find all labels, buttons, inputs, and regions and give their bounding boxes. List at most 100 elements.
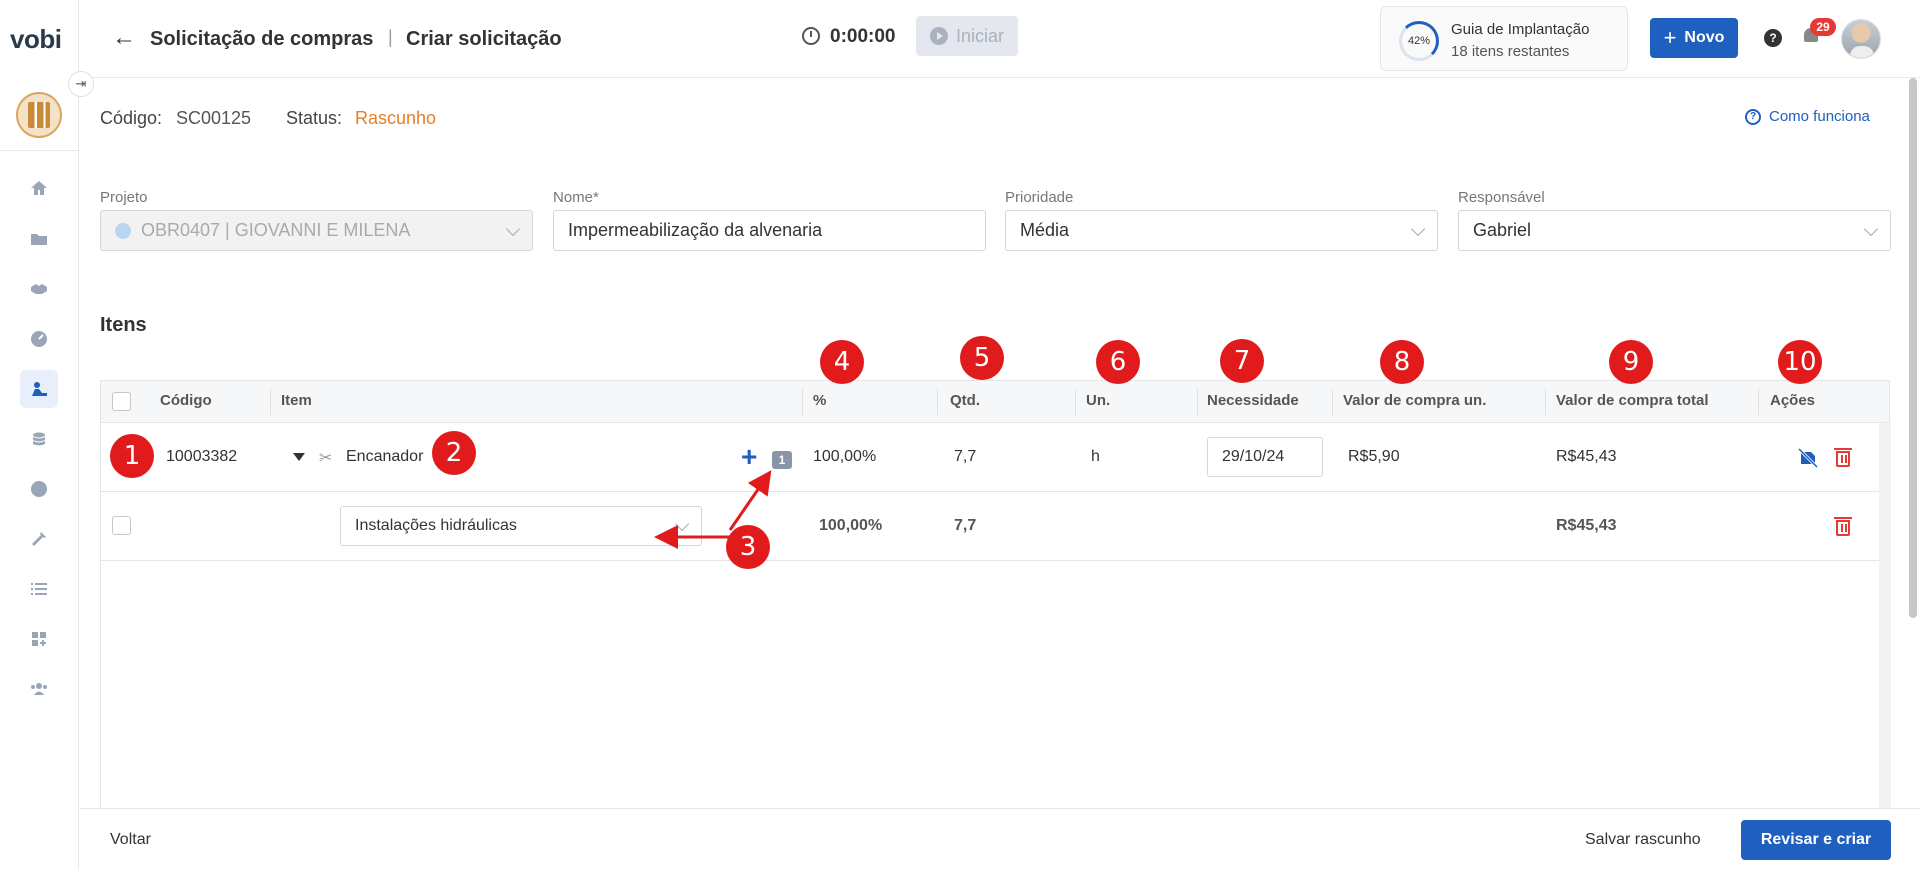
annotation-marker-7: 7 xyxy=(1220,339,1264,383)
start-timer-button[interactable]: Iniciar xyxy=(916,16,1018,56)
priority-select[interactable]: Média xyxy=(1005,210,1438,251)
new-button-label: Novo xyxy=(1684,29,1725,46)
column-header-item[interactable]: Item xyxy=(281,392,312,409)
project-label: Projeto xyxy=(100,189,148,206)
plus-icon: + xyxy=(1663,25,1677,50)
avatar[interactable] xyxy=(1841,19,1881,59)
timer-display: 0:00:00 xyxy=(830,26,896,47)
name-label: Nome* xyxy=(553,189,599,206)
question-circle-icon: ? xyxy=(1745,108,1761,125)
trash-icon[interactable] xyxy=(1834,448,1852,467)
start-timer-label: Iniciar xyxy=(955,25,1004,46)
sidebar-divider xyxy=(0,150,79,151)
guide-subtitle: 18 itens restantes xyxy=(1451,43,1570,60)
name-input[interactable]: Impermeabilização da alvenaria xyxy=(553,210,986,251)
chevron-down-icon xyxy=(1410,221,1426,237)
item-name: Encanador xyxy=(346,448,424,465)
responsible-value: Gabriel xyxy=(1473,220,1532,240)
column-header-percent[interactable]: % xyxy=(813,392,826,409)
implementation-guide[interactable]: 42% Guia de Implantação 18 itens restant… xyxy=(1380,6,1628,71)
breadcrumb-separator: | xyxy=(388,27,393,47)
footer: Voltar Salvar rascunho Revisar e criar xyxy=(80,808,1920,869)
responsible-label: Responsável xyxy=(1458,189,1545,206)
page-scrollbar[interactable] xyxy=(1909,78,1917,618)
need-date-input[interactable]: 29/10/24 xyxy=(1207,437,1323,477)
annotation-marker-3: 3 xyxy=(726,525,770,569)
project-select[interactable]: OBR0407 | GIOVANNI E MILENA xyxy=(100,210,533,251)
breadcrumb-purchase-requests[interactable]: Solicitação de compras xyxy=(150,28,373,51)
column-divider xyxy=(802,389,803,415)
tools-icon[interactable] xyxy=(20,520,58,558)
how-it-works-link[interactable]: ? Como funciona xyxy=(1745,108,1870,125)
project-value: OBR0407 | GIOVANNI E MILENA xyxy=(141,220,411,240)
back-button[interactable]: Voltar xyxy=(110,831,151,849)
play-icon xyxy=(929,27,948,45)
category-qty: 7,7 xyxy=(954,517,977,534)
column-header-need[interactable]: Necessidade xyxy=(1207,392,1299,409)
column-divider xyxy=(937,389,938,415)
how-it-works-label: Como funciona xyxy=(1769,108,1870,125)
unlink-icon[interactable] xyxy=(1798,448,1818,468)
item-unit-value: R$5,90 xyxy=(1348,448,1400,465)
column-header-qty[interactable]: Qtd. xyxy=(950,392,980,409)
trash-icon[interactable] xyxy=(1834,517,1852,536)
home-icon[interactable] xyxy=(20,169,58,207)
construction-worker-icon[interactable] xyxy=(20,370,58,408)
item-unit: h xyxy=(1091,448,1100,465)
project-color-icon xyxy=(115,222,131,239)
code-label: Código: xyxy=(100,108,163,128)
annotation-marker-1: 1 xyxy=(110,434,154,478)
collapse-sidebar-icon[interactable]: ⇥ xyxy=(68,71,94,97)
add-link-icon[interactable]: + xyxy=(741,443,757,471)
gauge-icon[interactable] xyxy=(20,320,58,358)
table-scrollbar[interactable] xyxy=(1879,423,1891,869)
help-icon[interactable]: ? xyxy=(1764,29,1782,47)
chevron-down-icon xyxy=(505,221,521,237)
table-header: Código Item % Qtd. Un. Necessidade Valor… xyxy=(101,381,1889,423)
category-value: Instalações hidráulicas xyxy=(355,517,517,534)
dollar-icon[interactable] xyxy=(20,470,58,508)
review-create-button[interactable]: Revisar e criar xyxy=(1741,820,1891,860)
column-header-code[interactable]: Código xyxy=(160,392,212,409)
column-header-total-value[interactable]: Valor de compra total xyxy=(1556,392,1709,409)
apps-add-icon[interactable] xyxy=(20,620,58,658)
table-row: 10003382 ✂ Encanador + 1 100,00% 7,7 h 2… xyxy=(101,423,1879,492)
annotation-marker-6: 6 xyxy=(1096,340,1140,384)
select-all-checkbox[interactable] xyxy=(112,392,131,411)
status-label: Status: xyxy=(286,108,343,128)
responsible-select[interactable]: Gabriel xyxy=(1458,210,1891,251)
save-draft-button[interactable]: Salvar rascunho xyxy=(1585,831,1701,849)
new-button[interactable]: + Novo xyxy=(1650,18,1738,58)
notification-badge: 29 xyxy=(1810,18,1836,36)
app-logo[interactable]: vobi xyxy=(10,24,62,55)
row-checkbox[interactable] xyxy=(112,516,131,535)
handshake-icon[interactable] xyxy=(20,270,58,308)
list-icon[interactable] xyxy=(20,570,58,608)
company-logo[interactable] xyxy=(16,92,62,138)
tools-icon: ✂ xyxy=(319,450,333,467)
sidebar: vobi xyxy=(0,0,79,869)
item-total-value: R$45,43 xyxy=(1556,448,1617,465)
priority-label: Prioridade xyxy=(1005,189,1074,206)
column-header-unit[interactable]: Un. xyxy=(1086,392,1110,409)
code-value: SC00125 xyxy=(176,108,252,128)
column-divider xyxy=(1075,389,1076,415)
column-divider xyxy=(1332,389,1333,415)
name-value: Impermeabilização da alvenaria xyxy=(568,220,823,240)
coins-icon[interactable] xyxy=(20,420,58,458)
team-icon[interactable] xyxy=(20,670,58,708)
arrow-left-icon[interactable]: ← xyxy=(112,26,136,50)
category-select[interactable]: Instalações hidráulicas xyxy=(340,506,702,546)
building-icon xyxy=(28,102,50,128)
column-divider xyxy=(1758,389,1759,415)
item-percent: 100,00% xyxy=(813,448,877,465)
column-header-unit-value[interactable]: Valor de compra un. xyxy=(1343,392,1486,409)
column-divider xyxy=(1545,389,1546,415)
items-section-title: Itens xyxy=(100,314,147,336)
folder-icon[interactable] xyxy=(20,220,58,258)
progress-ring: 42% xyxy=(1399,21,1439,61)
annotation-marker-9: 9 xyxy=(1609,340,1653,384)
caret-down-icon[interactable] xyxy=(293,453,305,461)
status-badge: Rascunho xyxy=(355,108,437,128)
table-row: Instalações hidráulicas 100,00% 7,7 R$45… xyxy=(101,492,1879,561)
